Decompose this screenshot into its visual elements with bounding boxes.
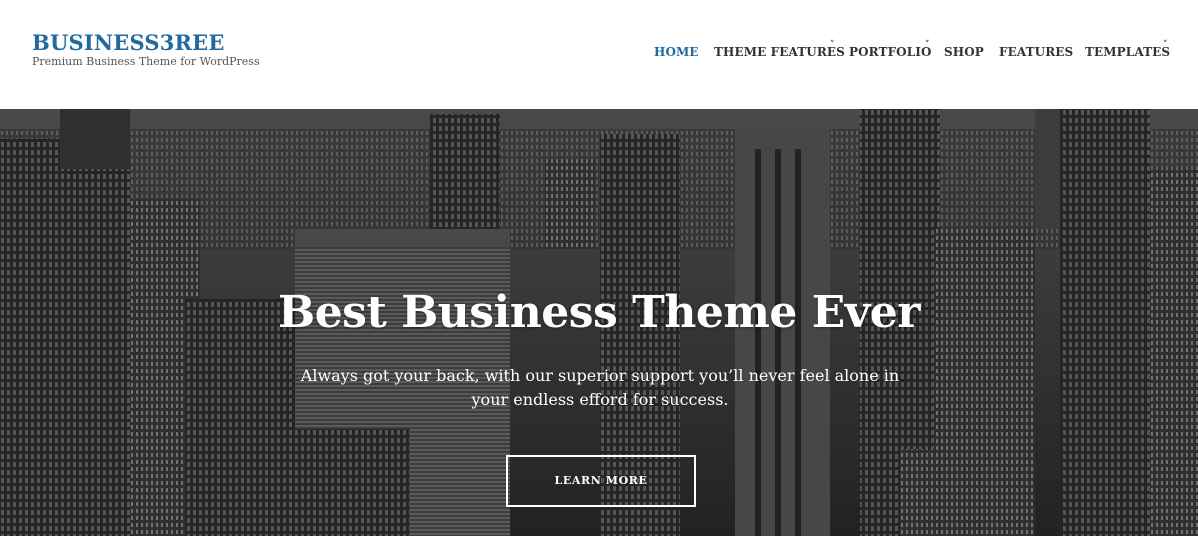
- nav-item-theme-features[interactable]: THEME FEATURES: [714, 44, 845, 60]
- nav-item-home[interactable]: HOME: [654, 44, 699, 60]
- hero-heading: Best Business Theme Ever: [278, 287, 920, 338]
- chevron-down-icon[interactable]: ˅: [830, 40, 835, 50]
- nav-item-shop[interactable]: SHOP: [944, 44, 984, 60]
- learn-more-button[interactable]: LEARN MORE: [506, 455, 696, 507]
- main-navigation: HOME THEME FEATURES ˅ PORTFOLIO ˅ SHOP F…: [0, 40, 1198, 62]
- site-header: BUSINESS3REE Premium Business Theme for …: [0, 0, 1198, 109]
- chevron-down-icon[interactable]: ˅: [925, 40, 930, 50]
- chevron-down-icon[interactable]: ˅: [1163, 40, 1168, 50]
- nav-item-portfolio[interactable]: PORTFOLIO: [849, 44, 932, 60]
- nav-item-features[interactable]: FEATURES: [999, 44, 1073, 60]
- nav-item-templates[interactable]: TEMPLATES: [1085, 44, 1170, 60]
- hero-section: Best Business Theme Ever Always got your…: [0, 109, 1198, 536]
- hero-subtext: Always got your back, with our superior …: [300, 366, 900, 409]
